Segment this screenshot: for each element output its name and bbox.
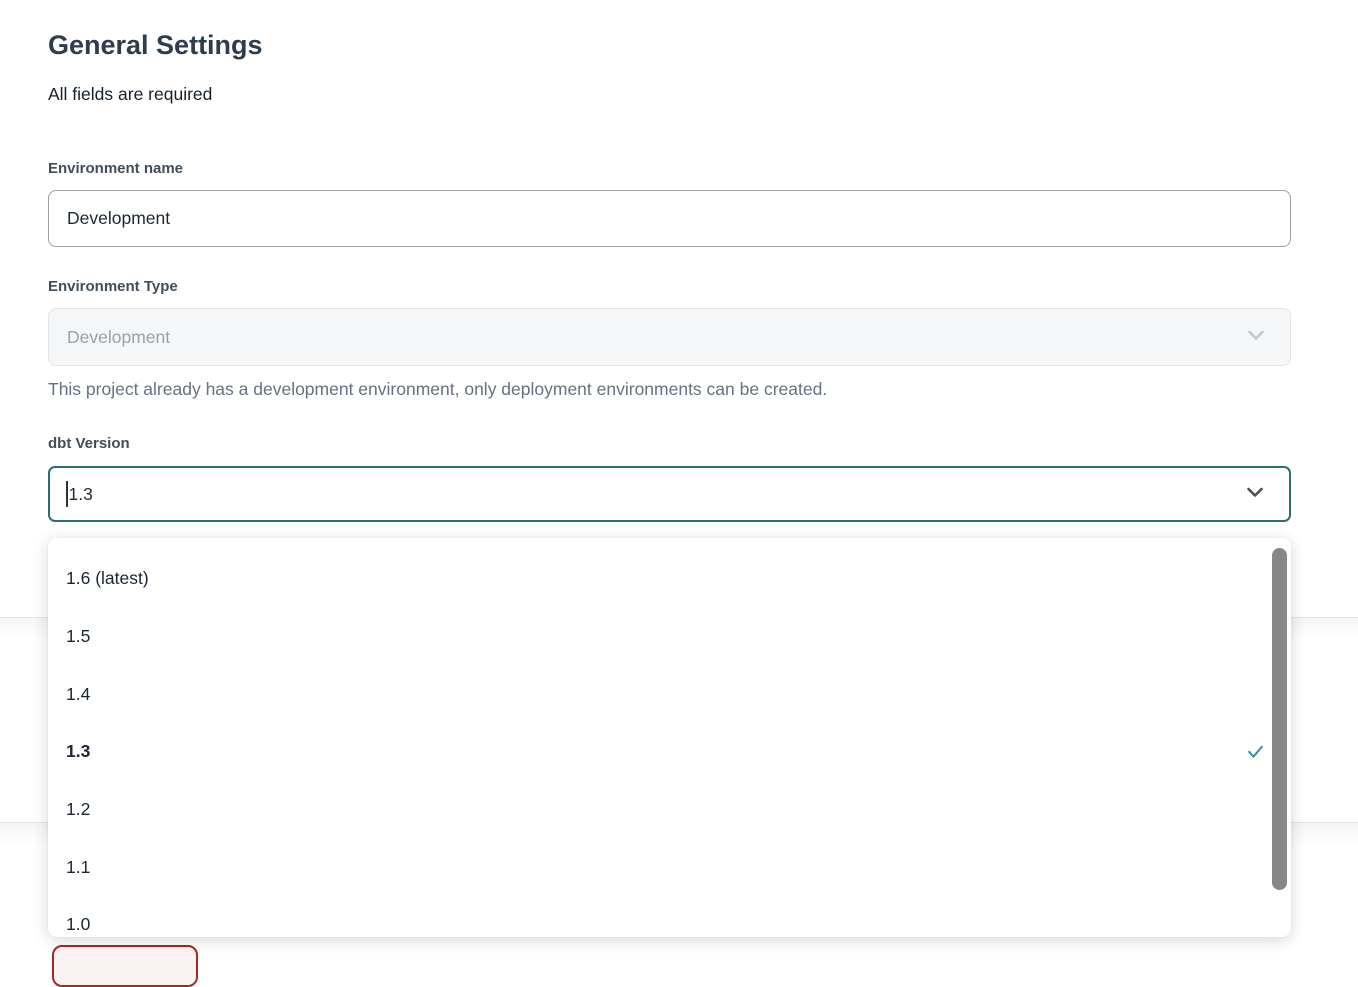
option-label: 1.0: [66, 914, 90, 935]
page-subtitle: All fields are required: [48, 84, 212, 105]
dbt-version-combobox[interactable]: 1.3: [48, 466, 1291, 522]
danger-button[interactable]: [52, 945, 198, 987]
dropdown-option-1.0[interactable]: 1.0: [48, 896, 1291, 937]
dropdown-option-1.4[interactable]: 1.4: [48, 665, 1291, 723]
option-label: 1.4: [66, 684, 90, 705]
dropdown-option-1.6-latest[interactable]: 1.6 (latest): [48, 550, 1291, 608]
option-label: 1.3: [66, 741, 90, 762]
environment-type-label: Environment Type: [48, 278, 178, 295]
environment-name-label: Environment name: [48, 160, 183, 177]
page-title: General Settings: [48, 30, 263, 61]
dbt-version-listbox: 1.6 (latest) 1.5 1.4 1.3 1.2 1.1 1.0: [48, 538, 1291, 937]
option-label: 1.1: [66, 857, 90, 878]
check-icon: [1246, 742, 1265, 761]
dropdown-option-1.5[interactable]: 1.5: [48, 608, 1291, 666]
option-label: 1.2: [66, 799, 90, 820]
option-label: 1.6 (latest): [66, 568, 149, 589]
dropdown-option-1.3[interactable]: 1.3: [48, 723, 1291, 781]
text-caret: [66, 481, 68, 507]
environment-type-value: Development: [67, 327, 170, 348]
dbt-version-label: dbt Version: [48, 435, 130, 452]
dropdown-option-1.2[interactable]: 1.2: [48, 781, 1291, 839]
chevron-down-icon: [1244, 323, 1268, 352]
chevron-down-icon[interactable]: [1243, 480, 1267, 509]
option-label: 1.5: [66, 626, 90, 647]
dbt-version-value: 1.3: [69, 484, 93, 505]
dropdown-option-1.1[interactable]: 1.1: [48, 838, 1291, 896]
environment-name-input[interactable]: [48, 190, 1291, 247]
environment-type-helper: This project already has a development e…: [48, 379, 1291, 400]
dropdown-scrollbar[interactable]: [1272, 548, 1287, 890]
environment-type-select: Development: [48, 308, 1291, 366]
